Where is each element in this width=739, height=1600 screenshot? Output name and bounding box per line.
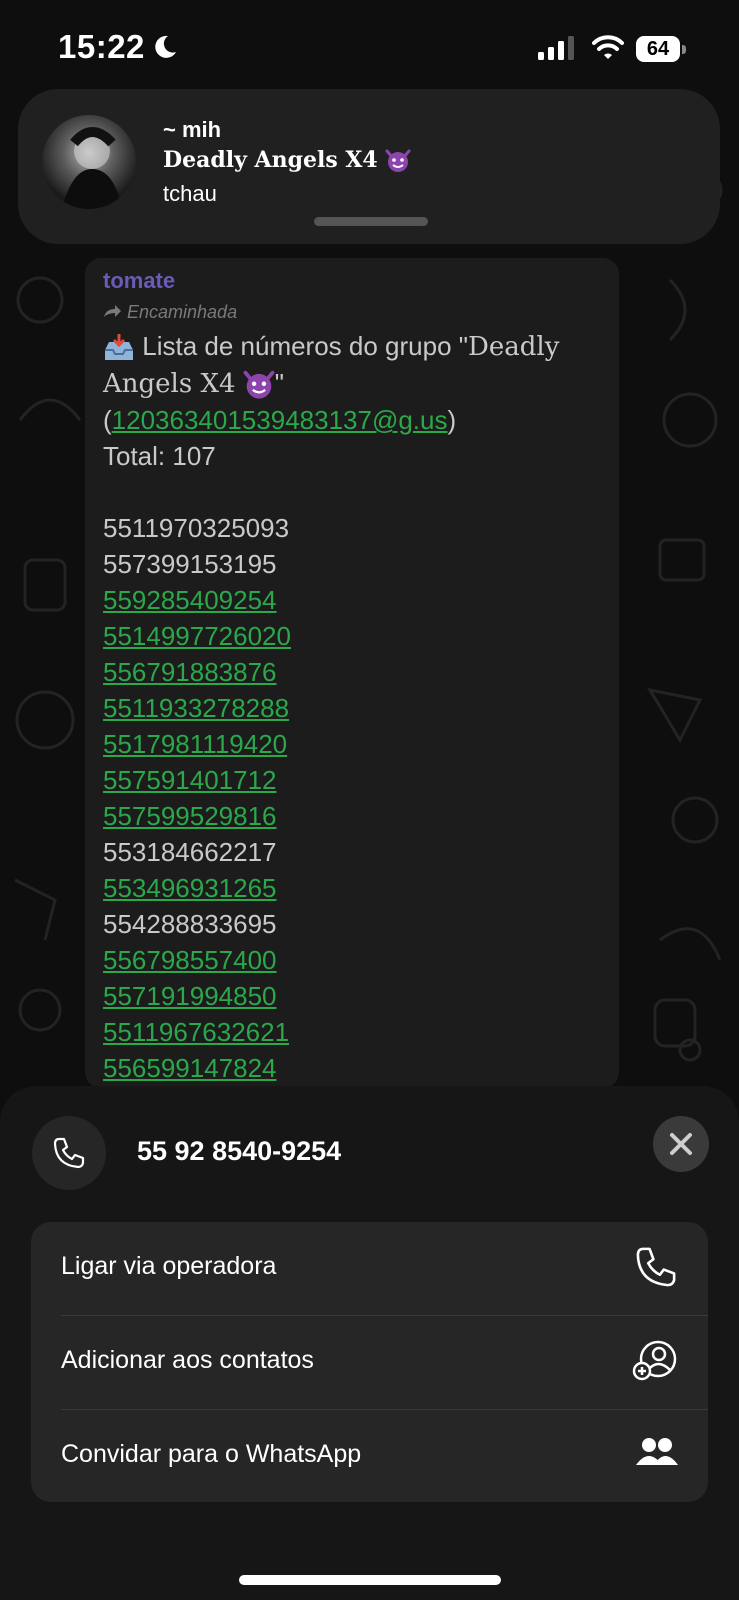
phone-number-item[interactable]: 557591401712 (103, 762, 603, 798)
avatar (42, 115, 136, 209)
message-body: Lista de números do grupo "Deadly Angels… (103, 328, 603, 1086)
phone-number-item[interactable]: 5517981119420 (103, 726, 603, 762)
notification-message: tchau (163, 181, 217, 206)
message-bubble[interactable]: tomate Encaminhada Lista de números do g… (85, 258, 619, 1088)
cellular-signal-icon (538, 36, 574, 60)
inbox-tray-emoji (105, 334, 133, 361)
message-author[interactable]: tomate (103, 268, 175, 294)
message-intro: Lista de números do grupo "Deadly Angels… (103, 328, 603, 402)
invite-to-whatsapp-label: Convidar para o WhatsApp (61, 1440, 362, 1468)
group-id-close-paren: ) (447, 405, 457, 435)
message-total: Total: 107 (103, 441, 216, 471)
phone-avatar (32, 1116, 106, 1190)
battery-level: 64 (646, 38, 670, 60)
group-id-link[interactable]: 120363401539483137@g.us (112, 405, 448, 435)
add-contact-icon (632, 1340, 677, 1381)
phone-number-item: 5511970325093 (103, 513, 290, 543)
home-indicator[interactable] (239, 1575, 501, 1585)
phone-number-item[interactable]: 556798557400 (103, 942, 603, 978)
add-to-contacts-button[interactable]: Adicionar aos contatos (31, 1316, 708, 1409)
sheet-phone-number: 55 92 8540-9254 (137, 1136, 342, 1166)
phone-number-item[interactable]: 5514997726020 (103, 618, 603, 654)
status-bar: 15:22 64 (0, 0, 739, 90)
phone-number-item: 557399153195 (103, 549, 277, 579)
number-list: 5511970325093 557399153195 559285409254 551… (103, 510, 603, 1086)
phone-number-item[interactable]: 557599529816 (103, 798, 603, 834)
group-id-open-paren: ( (103, 405, 112, 435)
call-via-carrier-label: Ligar via operadora (61, 1252, 277, 1280)
phone-number-item: 553184662217 (103, 837, 277, 867)
forwarded-label: Encaminhada (103, 302, 237, 323)
close-icon (670, 1133, 692, 1155)
action-list: Ligar via operadora Adicionar aos contat… (31, 1222, 708, 1502)
phone-number-item[interactable]: 559285409254 (103, 582, 603, 618)
status-time: 15:22 (58, 28, 145, 65)
notification-group-name: Deadly Angels X4 (163, 147, 378, 173)
phone-icon (53, 1137, 85, 1169)
close-button[interactable] (653, 1116, 709, 1172)
call-via-carrier-button[interactable]: Ligar via operadora (31, 1222, 708, 1315)
phone-number-item[interactable]: 5511967632621 (103, 1014, 603, 1050)
banner-grabber[interactable] (314, 217, 428, 226)
phone-number-item[interactable]: 5511933278288 (103, 690, 603, 726)
phone-number-item[interactable]: 553496931265 (103, 870, 603, 906)
notification-sender: ~ mih (163, 117, 222, 142)
battery-indicator: 64 (636, 36, 686, 62)
contact-action-sheet: 55 92 8540-9254 Ligar via operadora Adic… (0, 1086, 739, 1600)
phone-number-item[interactable]: 557191994850 (103, 978, 603, 1014)
wifi-icon (592, 35, 624, 59)
moon-icon (155, 35, 176, 58)
message-group-id-line: (120363401539483137@g.us) (103, 402, 603, 438)
notification-banner[interactable]: ~ mih Deadly Angels X4 tchau (18, 89, 720, 244)
add-to-contacts-label: Adicionar aos contatos (61, 1346, 314, 1374)
forwarded-text: Encaminhada (127, 302, 238, 322)
smiling-imp-emoji (243, 370, 275, 399)
smiling-imp-emoji (385, 149, 411, 172)
phone-number-item[interactable]: 556791883876 (103, 654, 603, 690)
invite-to-whatsapp-button[interactable]: Convidar para o WhatsApp (31, 1410, 708, 1502)
message-group-quote: " (274, 368, 284, 398)
phone-number-item[interactable]: 556599147824 (103, 1050, 603, 1086)
message-intro-text: Lista de números do grupo " (142, 331, 468, 361)
phone-icon (636, 1247, 676, 1287)
phone-number-item: 554288833695 (103, 909, 277, 939)
forward-arrow-icon (104, 305, 121, 317)
people-icon (636, 1438, 678, 1465)
notification-group: Deadly Angels X4 (163, 147, 411, 173)
